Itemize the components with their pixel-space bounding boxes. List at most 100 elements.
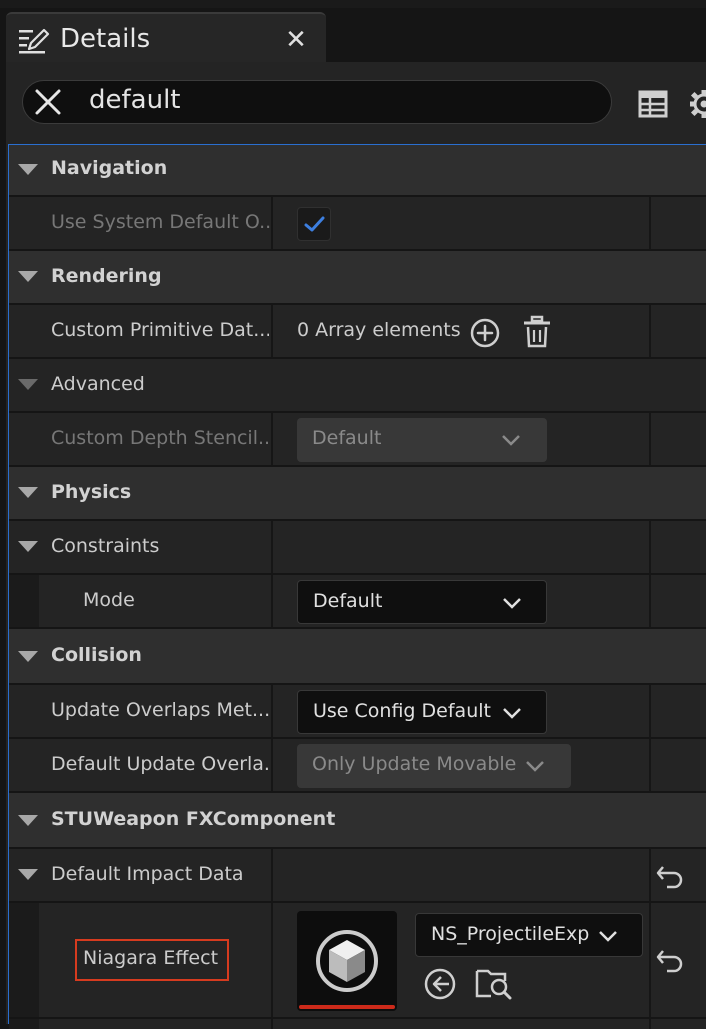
chevron-down-icon[interactable] xyxy=(18,164,38,175)
column-divider xyxy=(649,903,651,1017)
combo-value: Use Config Default xyxy=(313,700,491,722)
category-default-impact-data[interactable]: Default Impact Data xyxy=(9,849,706,903)
column-divider xyxy=(271,575,273,627)
chevron-down-icon xyxy=(596,928,620,944)
use-system-default-checkbox[interactable] xyxy=(297,207,331,241)
chevron-down-icon xyxy=(500,595,524,611)
column-divider xyxy=(649,1019,651,1029)
property-label: Custom Depth Stencil... xyxy=(51,427,269,449)
default-update-overlaps-combo[interactable]: Only Update Movable xyxy=(297,744,571,788)
category-label: Physics xyxy=(51,481,131,503)
reset-to-default-icon[interactable] xyxy=(655,863,685,894)
column-divider xyxy=(649,305,651,357)
property-label: Update Overlaps Met... xyxy=(51,699,269,721)
indent-bar xyxy=(9,903,39,1017)
category-label: STUWeapon FXComponent xyxy=(51,808,335,830)
combo-value: Only Update Movable xyxy=(312,753,516,775)
browse-folder-icon[interactable] xyxy=(475,965,513,1006)
property-label: Default Update Overla... xyxy=(51,753,269,775)
indent-bar xyxy=(9,1019,39,1029)
chevron-down-icon[interactable] xyxy=(18,651,38,662)
column-divider xyxy=(649,197,651,249)
property-row-custom-primitive-data: Custom Primitive Dat... 0 Array elements xyxy=(9,305,706,359)
reset-to-default-icon[interactable] xyxy=(655,947,685,978)
tab-bar: Details ✕ xyxy=(0,8,706,62)
checkmark-icon xyxy=(298,208,330,240)
category-constraints[interactable]: Constraints xyxy=(9,521,706,575)
property-row-niagara-effect: Niagara Effect NS_ProjectileExp xyxy=(9,903,706,1019)
tab-details[interactable]: Details ✕ xyxy=(6,12,326,64)
add-element-icon[interactable] xyxy=(469,317,501,354)
custom-depth-stencil-combo[interactable]: Default xyxy=(297,418,547,462)
property-row-update-overlaps-method: Update Overlaps Met... Use Config Defaul… xyxy=(9,685,706,739)
chevron-down-icon xyxy=(500,705,524,721)
niagara-system-icon xyxy=(314,928,380,994)
trash-icon[interactable] xyxy=(521,315,553,354)
column-divider xyxy=(271,903,273,1017)
column-divider xyxy=(649,413,651,465)
chevron-down-icon[interactable] xyxy=(18,869,38,880)
niagara-asset-picker[interactable]: NS_ProjectileExp xyxy=(415,913,643,957)
property-row-custom-depth-stencil: Custom Depth Stencil... Default xyxy=(9,413,706,467)
asset-type-bar xyxy=(299,1005,395,1009)
column-divider xyxy=(649,739,651,791)
use-selected-asset-icon[interactable] xyxy=(423,967,457,1006)
category-rendering[interactable]: Rendering xyxy=(9,251,706,305)
column-divider xyxy=(649,521,651,573)
chevron-down-icon[interactable] xyxy=(18,271,38,282)
column-divider xyxy=(649,575,651,627)
category-label: Rendering xyxy=(51,265,162,287)
category-advanced[interactable]: Advanced xyxy=(9,359,706,413)
chevron-down-icon[interactable] xyxy=(18,815,38,826)
property-label: Custom Primitive Dat... xyxy=(51,319,269,341)
category-label: Collision xyxy=(51,644,142,666)
details-pen-icon xyxy=(16,24,50,63)
column-divider xyxy=(649,685,651,737)
indent-bar xyxy=(9,575,39,627)
column-divider xyxy=(271,1019,273,1029)
property-label: Niagara Effect xyxy=(83,947,218,969)
array-elements-count: 0 Array elements xyxy=(297,319,461,341)
search-input[interactable]: default xyxy=(89,85,180,115)
property-label: Use System Default O... xyxy=(51,211,271,233)
chevron-down-icon[interactable] xyxy=(18,487,38,498)
asset-thumbnail[interactable] xyxy=(297,911,397,1011)
column-divider xyxy=(271,739,273,791)
column-divider xyxy=(649,849,651,901)
category-label: Navigation xyxy=(51,157,167,179)
category-label: Advanced xyxy=(51,373,145,395)
table-view-icon[interactable] xyxy=(638,90,668,123)
combo-value: Default xyxy=(313,590,382,612)
category-label: Default Impact Data xyxy=(51,863,244,885)
chevron-down-icon[interactable] xyxy=(18,541,38,552)
column-divider xyxy=(271,413,273,465)
combo-value: Default xyxy=(312,427,381,449)
column-divider xyxy=(271,521,273,573)
update-overlaps-combo[interactable]: Use Config Default xyxy=(297,690,547,734)
category-label: Constraints xyxy=(51,535,159,557)
property-row-use-system-default: Use System Default O... xyxy=(9,197,706,251)
property-label: Mode xyxy=(83,589,135,611)
top-strip xyxy=(0,0,706,8)
property-row-default-update-overlaps: Default Update Overla... Only Update Mov… xyxy=(9,739,706,793)
property-row-partial xyxy=(9,1019,706,1029)
chevron-down-icon xyxy=(523,758,547,774)
category-collision[interactable]: Collision xyxy=(9,629,706,685)
category-navigation[interactable]: Navigation xyxy=(9,145,706,197)
mode-combo[interactable]: Default xyxy=(297,580,547,624)
settings-gear-icon[interactable] xyxy=(686,88,706,125)
chevron-down-icon xyxy=(499,432,523,448)
chevron-down-icon[interactable] xyxy=(18,379,38,390)
column-divider xyxy=(271,849,273,901)
tab-title: Details xyxy=(60,24,150,54)
asset-name: NS_ProjectileExp xyxy=(431,923,589,945)
column-divider xyxy=(271,685,273,737)
close-icon[interactable]: ✕ xyxy=(276,20,316,60)
column-divider xyxy=(271,305,273,357)
clear-search-icon[interactable] xyxy=(33,87,63,117)
property-rows: Navigation Use System Default O... Rende… xyxy=(8,144,706,1024)
search-bar[interactable]: default xyxy=(22,80,612,124)
property-row-mode: Mode Default xyxy=(9,575,706,629)
category-stu-weapon-fx-component[interactable]: STUWeapon FXComponent xyxy=(9,793,706,849)
category-physics[interactable]: Physics xyxy=(9,467,706,521)
